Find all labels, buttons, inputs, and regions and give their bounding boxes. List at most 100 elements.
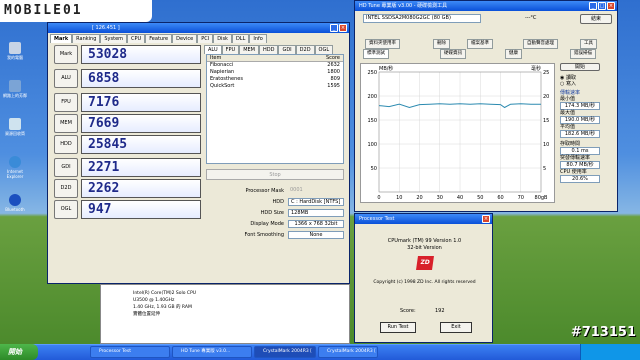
stop-button[interactable]: Stop (206, 169, 344, 180)
processor-test-titlebar[interactable]: Processor Test × (355, 214, 492, 224)
desktop-icon-my-computer[interactable]: 我的電腦 (3, 42, 27, 60)
subtab-gdi[interactable]: GDI (278, 45, 296, 54)
processor-test-dialog: Processor Test × CPUmark (TM) 99 Version… (354, 213, 493, 343)
y-tick-label: 100 (367, 142, 377, 148)
hdtune-window: HD Tune 專業版 v3.00 - 硬碟檢測工具 _ □ × INTEL SSD… (354, 0, 618, 212)
field-hdd: HDD C : HardDisk [NTFS] (206, 198, 344, 207)
tab-tools[interactable]: 工具 (580, 39, 597, 49)
desktop-icon-recycle-bin[interactable]: 資源回收筒 (3, 118, 27, 136)
y-tick-label: 50 (371, 166, 377, 172)
mark-row-d2d: D2D 2262 (54, 179, 202, 198)
tab-feature[interactable]: Feature (145, 34, 173, 43)
run-test-button[interactable]: Run Test (380, 322, 416, 333)
burst-value: 80.7 MB/秒 (560, 161, 600, 169)
crystalmark-window: [ 126.451 ] _ × Mark Ranking System CPU F… (47, 22, 350, 284)
field-font-smoothing: Font Smoothing None (206, 231, 344, 240)
tab-folder-usage[interactable]: 資料夾使用率 (365, 39, 400, 49)
tab-info[interactable]: Info (249, 34, 267, 43)
mark-row-fpu: FPU 7176 (54, 93, 202, 112)
tab-health[interactable]: 健康 (505, 49, 522, 59)
taskbar-button-crystalmark-2[interactable]: CrystalMark 2004R3 [ (318, 346, 378, 358)
alu-button[interactable]: ALU (54, 69, 78, 88)
fpu-button[interactable]: FPU (54, 93, 78, 112)
d2d-button[interactable]: D2D (54, 179, 78, 198)
desktop-icon-network[interactable]: 網路上的芳鄰 (3, 80, 27, 98)
close-icon[interactable]: × (482, 215, 490, 223)
tab-pci[interactable]: PCI (197, 34, 214, 43)
tab-ranking[interactable]: Ranking (72, 34, 101, 43)
minimize-icon[interactable]: _ (330, 24, 338, 32)
close-icon[interactable]: × (339, 24, 347, 32)
drive-select[interactable]: INTEL SSDSA2M080G2GC (80 GB) (363, 14, 481, 23)
subtab-mem[interactable]: MEM (239, 45, 259, 54)
subtab-ogl[interactable]: OGL (314, 45, 334, 54)
minimize-icon[interactable]: _ (589, 2, 597, 10)
system-tray (580, 344, 640, 360)
x-tick-label: 20 (416, 195, 422, 201)
field-processor-mask: Processor Mask 0001 (245, 187, 303, 194)
taskbar-button-crystalmark-1[interactable]: CrystalMark 2004R3 [ (254, 346, 316, 358)
x-tick-label: 70 (518, 195, 524, 201)
tab-disk[interactable]: Disk (213, 34, 232, 43)
x-tick-label: 40 (457, 195, 463, 201)
x-tick-label: 0 (377, 195, 380, 201)
mark-score: 53028 (81, 45, 201, 64)
exit-button[interactable]: Exit (440, 322, 472, 333)
gdi-button[interactable]: GDI (54, 158, 78, 177)
table-row[interactable]: QuickSort 1595 (207, 83, 343, 90)
table-row[interactable]: Fibonacci 2632 (207, 62, 343, 69)
fpu-score: 7176 (81, 93, 201, 112)
tab-device[interactable]: Device (172, 34, 198, 43)
zd-logo: ZD (416, 256, 434, 270)
subtab-hdd[interactable]: HDD (258, 45, 279, 54)
y2-tick-label: 5 (543, 166, 546, 172)
crystalmark-titlebar[interactable]: [ 126.451 ] _ × (48, 23, 349, 33)
table-row[interactable]: Napierian 1800 (207, 69, 343, 76)
internet-explorer-icon (9, 156, 21, 168)
tab-error-scan[interactable]: 錯誤掃描 (570, 49, 596, 59)
avg-value: 182.6 MB/秒 (560, 130, 600, 138)
subtab-d2d[interactable]: D2D (295, 45, 315, 54)
mark-button[interactable]: Mark (54, 45, 78, 64)
mark-row-alu: ALU 6858 (54, 69, 202, 88)
subtab-alu[interactable]: ALU (204, 45, 222, 54)
tab-file-benchmark[interactable]: 檔案基準 (467, 39, 493, 49)
x-tick-label: 60 (497, 195, 503, 201)
hdd-size-select[interactable]: 128MB (288, 209, 344, 217)
mem-button[interactable]: MEM (54, 114, 78, 133)
taskbar-button-processor-test[interactable]: Processor Test (90, 346, 170, 358)
desktop-icon-internet-explorer[interactable]: Internet Explorer (3, 156, 27, 179)
desktop-icon-bluetooth[interactable]: Bluetooth (3, 194, 27, 212)
bluetooth-icon (9, 194, 21, 206)
tab-dll[interactable]: DLL (231, 34, 250, 43)
score-subtabs: ALU FPU MEM HDD GDI D2D OGL (204, 45, 334, 54)
tab-aam[interactable]: 自動聲音處理 (523, 39, 558, 49)
tab-cpu[interactable]: CPU (127, 34, 146, 43)
crystalmark-tabs: Mark Ranking System CPU Feature Device P… (48, 33, 349, 43)
close-icon[interactable]: × (607, 2, 615, 10)
y2-unit-label: 毫秒 (531, 65, 541, 72)
x-tick-label: 80gB (535, 195, 549, 201)
taskbar-button-hdtune[interactable]: HD Tune 專業版 v3.0... (172, 346, 252, 358)
tab-benchmark[interactable]: 標準測試 (363, 49, 389, 59)
table-row[interactable]: Eratosthenes 809 (207, 76, 343, 83)
start-button[interactable]: 開始 (0, 344, 38, 360)
field-hdd-size: HDD Size 128MB (206, 209, 344, 218)
hdtune-titlebar[interactable]: HD Tune 專業版 v3.00 - 硬碟檢測工具 _ □ × (355, 1, 617, 11)
hdd-select[interactable]: C : HardDisk [NTFS] (288, 198, 344, 206)
recycle-bin-icon (9, 118, 21, 130)
tab-info[interactable]: 硬碟資訊 (440, 49, 466, 59)
tab-mark[interactable]: Mark (50, 34, 73, 43)
tab-erase[interactable]: 刪除 (433, 39, 450, 49)
subtab-fpu[interactable]: FPU (221, 45, 240, 54)
write-radio[interactable]: ○ 寫入 (560, 81, 612, 87)
ogl-button[interactable]: OGL (54, 200, 78, 219)
exit-button[interactable]: 結束 (580, 14, 612, 24)
cpu-value: 20.6% (560, 175, 600, 183)
maximize-icon[interactable]: □ (598, 2, 606, 10)
hdd-button[interactable]: HDD (54, 135, 78, 154)
transfer-chart: 250 200 150 100 50 25 20 15 10 5 0 10 20 30 40 50 60 70 80… (360, 63, 555, 203)
tab-system[interactable]: System (100, 34, 128, 43)
start-button[interactable]: 開始 (560, 63, 600, 71)
gdi-score: 2271 (81, 158, 201, 177)
